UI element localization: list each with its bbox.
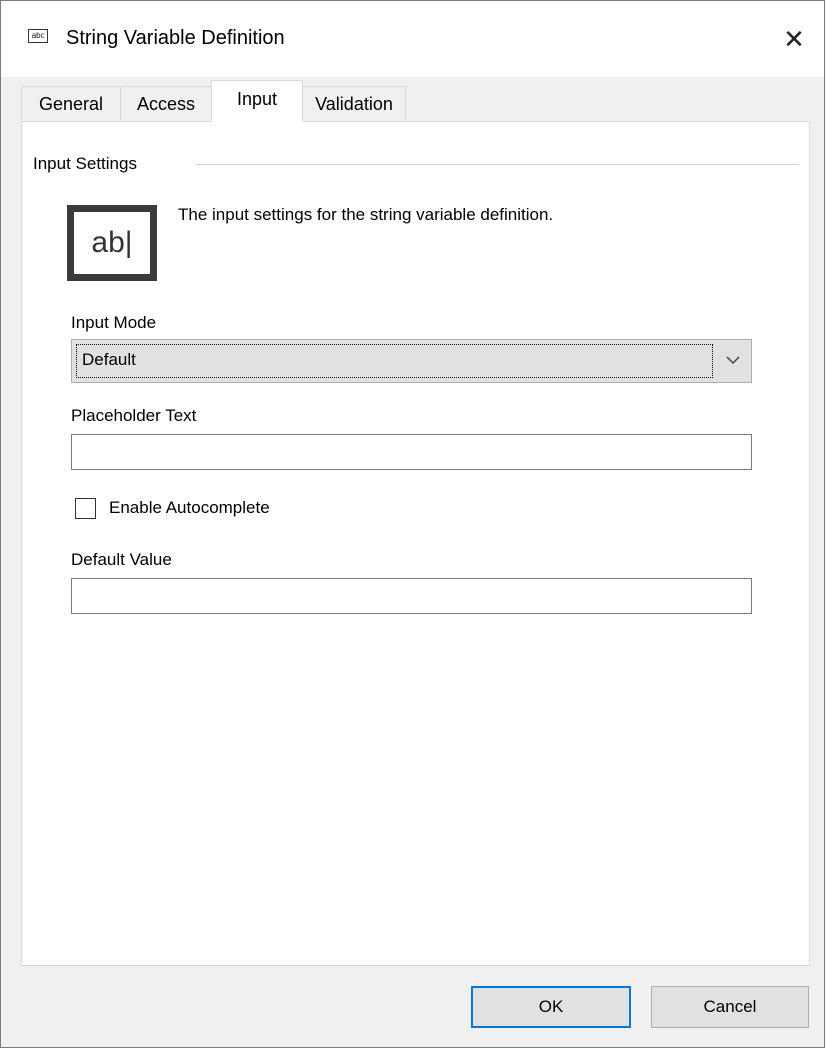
tab-general[interactable]: General [21, 86, 121, 120]
default-value-label: Default Value [71, 550, 172, 569]
tab-access[interactable]: Access [120, 86, 212, 120]
close-icon: ✕ [783, 23, 805, 54]
group-label-input-settings: Input Settings [33, 154, 147, 174]
string-variable-icon: abc [28, 29, 48, 43]
text-input-icon-glyph: ab| [91, 226, 133, 259]
tab-input[interactable]: Input [211, 80, 303, 122]
ok-button[interactable]: OK [471, 986, 631, 1028]
focus-rectangle [76, 344, 713, 378]
input-mode-label: Input Mode [71, 313, 157, 332]
default-value-input[interactable] [71, 578, 752, 614]
tab-validation[interactable]: Validation [302, 86, 406, 120]
close-button[interactable]: ✕ [764, 1, 824, 77]
group-description: The input settings for the string variab… [178, 205, 554, 224]
chevron-down-icon [726, 356, 740, 365]
placeholder-text-label: Placeholder Text [71, 406, 197, 425]
title-bar: abc String Variable Definition ✕ [1, 1, 824, 77]
cancel-button[interactable]: Cancel [651, 986, 809, 1028]
text-input-icon: ab| [67, 205, 157, 281]
dialog-window: abc String Variable Definition ✕ General… [0, 0, 825, 1048]
input-mode-select[interactable]: Default [71, 339, 752, 383]
placeholder-text-input[interactable] [71, 434, 752, 470]
group-divider [196, 164, 799, 165]
enable-autocomplete-checkbox[interactable] [75, 498, 96, 519]
dialog-title: String Variable Definition [66, 27, 285, 49]
input-mode-value: Default [82, 350, 136, 369]
enable-autocomplete-label[interactable]: Enable Autocomplete [109, 498, 270, 518]
